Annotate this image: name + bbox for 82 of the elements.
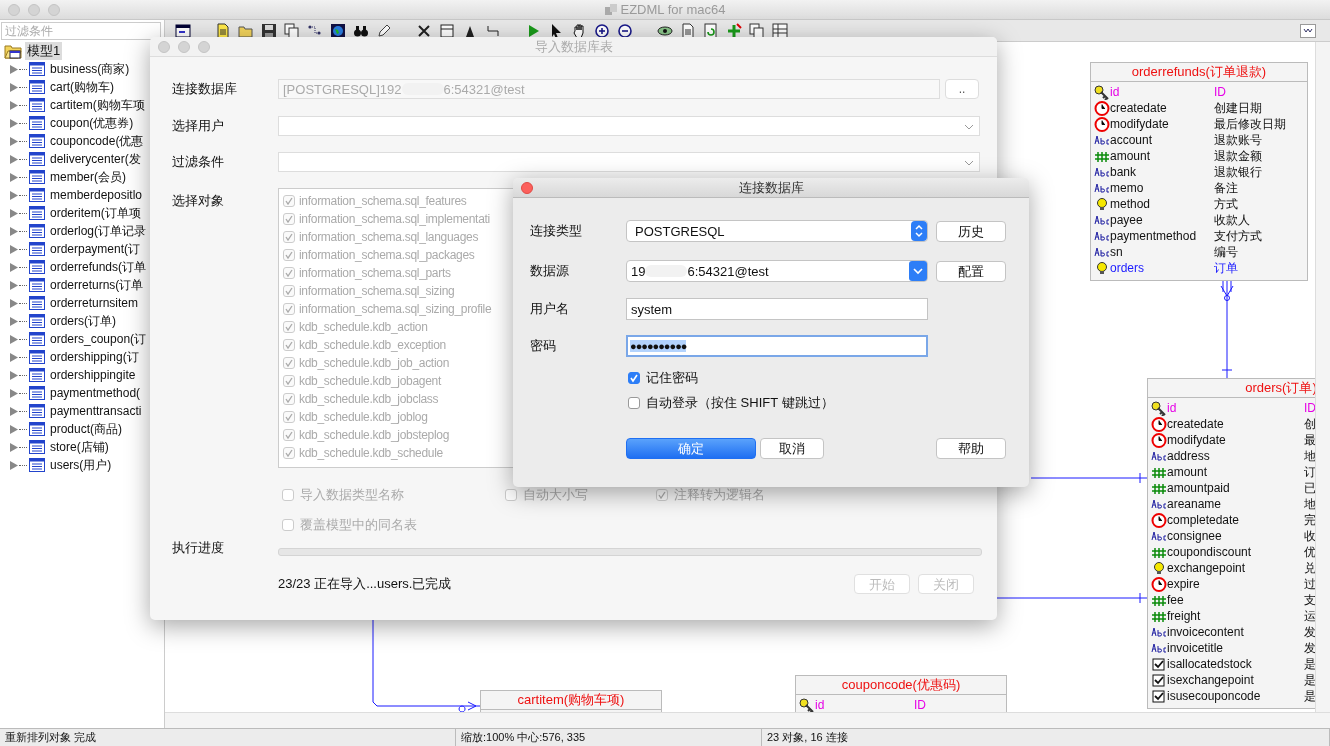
field-comment: ID	[914, 698, 926, 712]
field-name: payee	[1110, 213, 1144, 227]
field-label: 过滤条件	[172, 153, 225, 171]
field-comment: 收款人	[1214, 211, 1250, 229]
field-name: id	[815, 698, 826, 712]
field-comment: 发	[1304, 623, 1315, 641]
field-name: freight	[1167, 609, 1202, 623]
field-comment: 发	[1304, 639, 1315, 657]
field-comment: 是	[1304, 671, 1315, 689]
field-label: 数据源	[530, 262, 570, 280]
field-comment: 过	[1304, 575, 1315, 593]
field-comment: 已	[1304, 479, 1315, 497]
field-name: amountpaid	[1167, 481, 1231, 495]
field-comment: 订单	[1214, 259, 1238, 277]
field-name: exchangepoint	[1167, 561, 1247, 575]
table-title: couponcode(优惠码)	[796, 676, 1006, 695]
field-comment: 兑	[1304, 559, 1315, 577]
field-name: fee	[1167, 593, 1185, 607]
field-comment: 支付方式	[1214, 227, 1262, 245]
field-label: 用户名	[530, 300, 570, 318]
field-comment: 退款银行	[1214, 163, 1262, 181]
field-name: invoicecontent	[1167, 625, 1245, 639]
field-name: bank	[1110, 165, 1138, 179]
field-name: isexchangepoint	[1167, 673, 1255, 687]
field-comment: 是	[1304, 655, 1315, 673]
field-label: 选择用户	[172, 117, 225, 135]
field-label: 连接数据库	[172, 80, 238, 98]
field-comment: 最后修改日期	[1214, 115, 1286, 133]
status-message: 23/23 正在导入...users.已完成	[278, 575, 453, 593]
field-comment: 优	[1304, 543, 1315, 561]
dialog-title: 导入数据库表	[534, 37, 613, 56]
table-title: orderrefunds(订单退款)	[1091, 63, 1307, 82]
field-name: sn	[1110, 245, 1124, 259]
field-name: modifydate	[1110, 117, 1170, 131]
field-name: account	[1110, 133, 1154, 147]
field-name: id	[1110, 85, 1121, 99]
window-title: EZDML for mac64	[620, 2, 726, 17]
field-label: 执行进度	[172, 539, 225, 557]
field-name: address	[1167, 449, 1211, 463]
field-label: 连接类型	[530, 222, 583, 240]
status-text: 23 对象, 16 连接	[762, 729, 1330, 746]
field-label: 选择对象	[172, 192, 225, 210]
field-name: paymentmethod	[1110, 229, 1198, 243]
field-name: isallocatedstock	[1167, 657, 1253, 671]
field-name: orders	[1110, 261, 1145, 275]
field-comment: 创建日期	[1214, 99, 1262, 117]
field-comment: 是	[1304, 687, 1315, 705]
field-comment: 地	[1304, 447, 1315, 465]
field-name: consignee	[1167, 529, 1223, 543]
field-name: createdate	[1167, 417, 1225, 431]
dialog-title: 连接数据库	[738, 178, 804, 197]
status-text: 重新排列对象 完成	[0, 729, 456, 746]
field-name: expire	[1167, 577, 1201, 591]
field-name: amount	[1167, 465, 1209, 479]
field-name: createdate	[1110, 101, 1168, 115]
field-comment: ID	[1214, 85, 1226, 99]
field-comment: 支	[1304, 591, 1315, 609]
field-name: completedate	[1167, 513, 1241, 527]
field-name: invoicetitle	[1167, 641, 1225, 655]
field-comment: 退款金额	[1214, 147, 1262, 165]
field-name: coupondiscount	[1167, 545, 1253, 559]
status-text: 缩放:100% 中心:576, 335	[456, 729, 762, 746]
field-comment: 方式	[1214, 195, 1238, 213]
field-comment: ID	[1304, 401, 1315, 415]
field-name: amount	[1110, 149, 1152, 163]
field-comment: 地	[1304, 495, 1315, 513]
field-name: method	[1110, 197, 1152, 211]
field-comment: 订	[1304, 463, 1315, 481]
field-name: id	[1167, 401, 1178, 415]
field-comment: 退款账号	[1214, 131, 1262, 149]
field-name: areaname	[1167, 497, 1223, 511]
field-name: memo	[1110, 181, 1145, 195]
field-label: 密码	[530, 337, 557, 355]
field-comment: 编号	[1214, 243, 1238, 261]
field-name: isusecouponcode	[1167, 689, 1262, 703]
field-comment: 备注	[1214, 179, 1238, 197]
field-comment: 最	[1304, 431, 1315, 449]
field-comment: 运	[1304, 607, 1315, 625]
field-name: modifydate	[1167, 433, 1227, 447]
field-comment: 收	[1304, 527, 1315, 545]
field-comment: 完	[1304, 511, 1315, 529]
field-comment: 创	[1304, 415, 1315, 433]
